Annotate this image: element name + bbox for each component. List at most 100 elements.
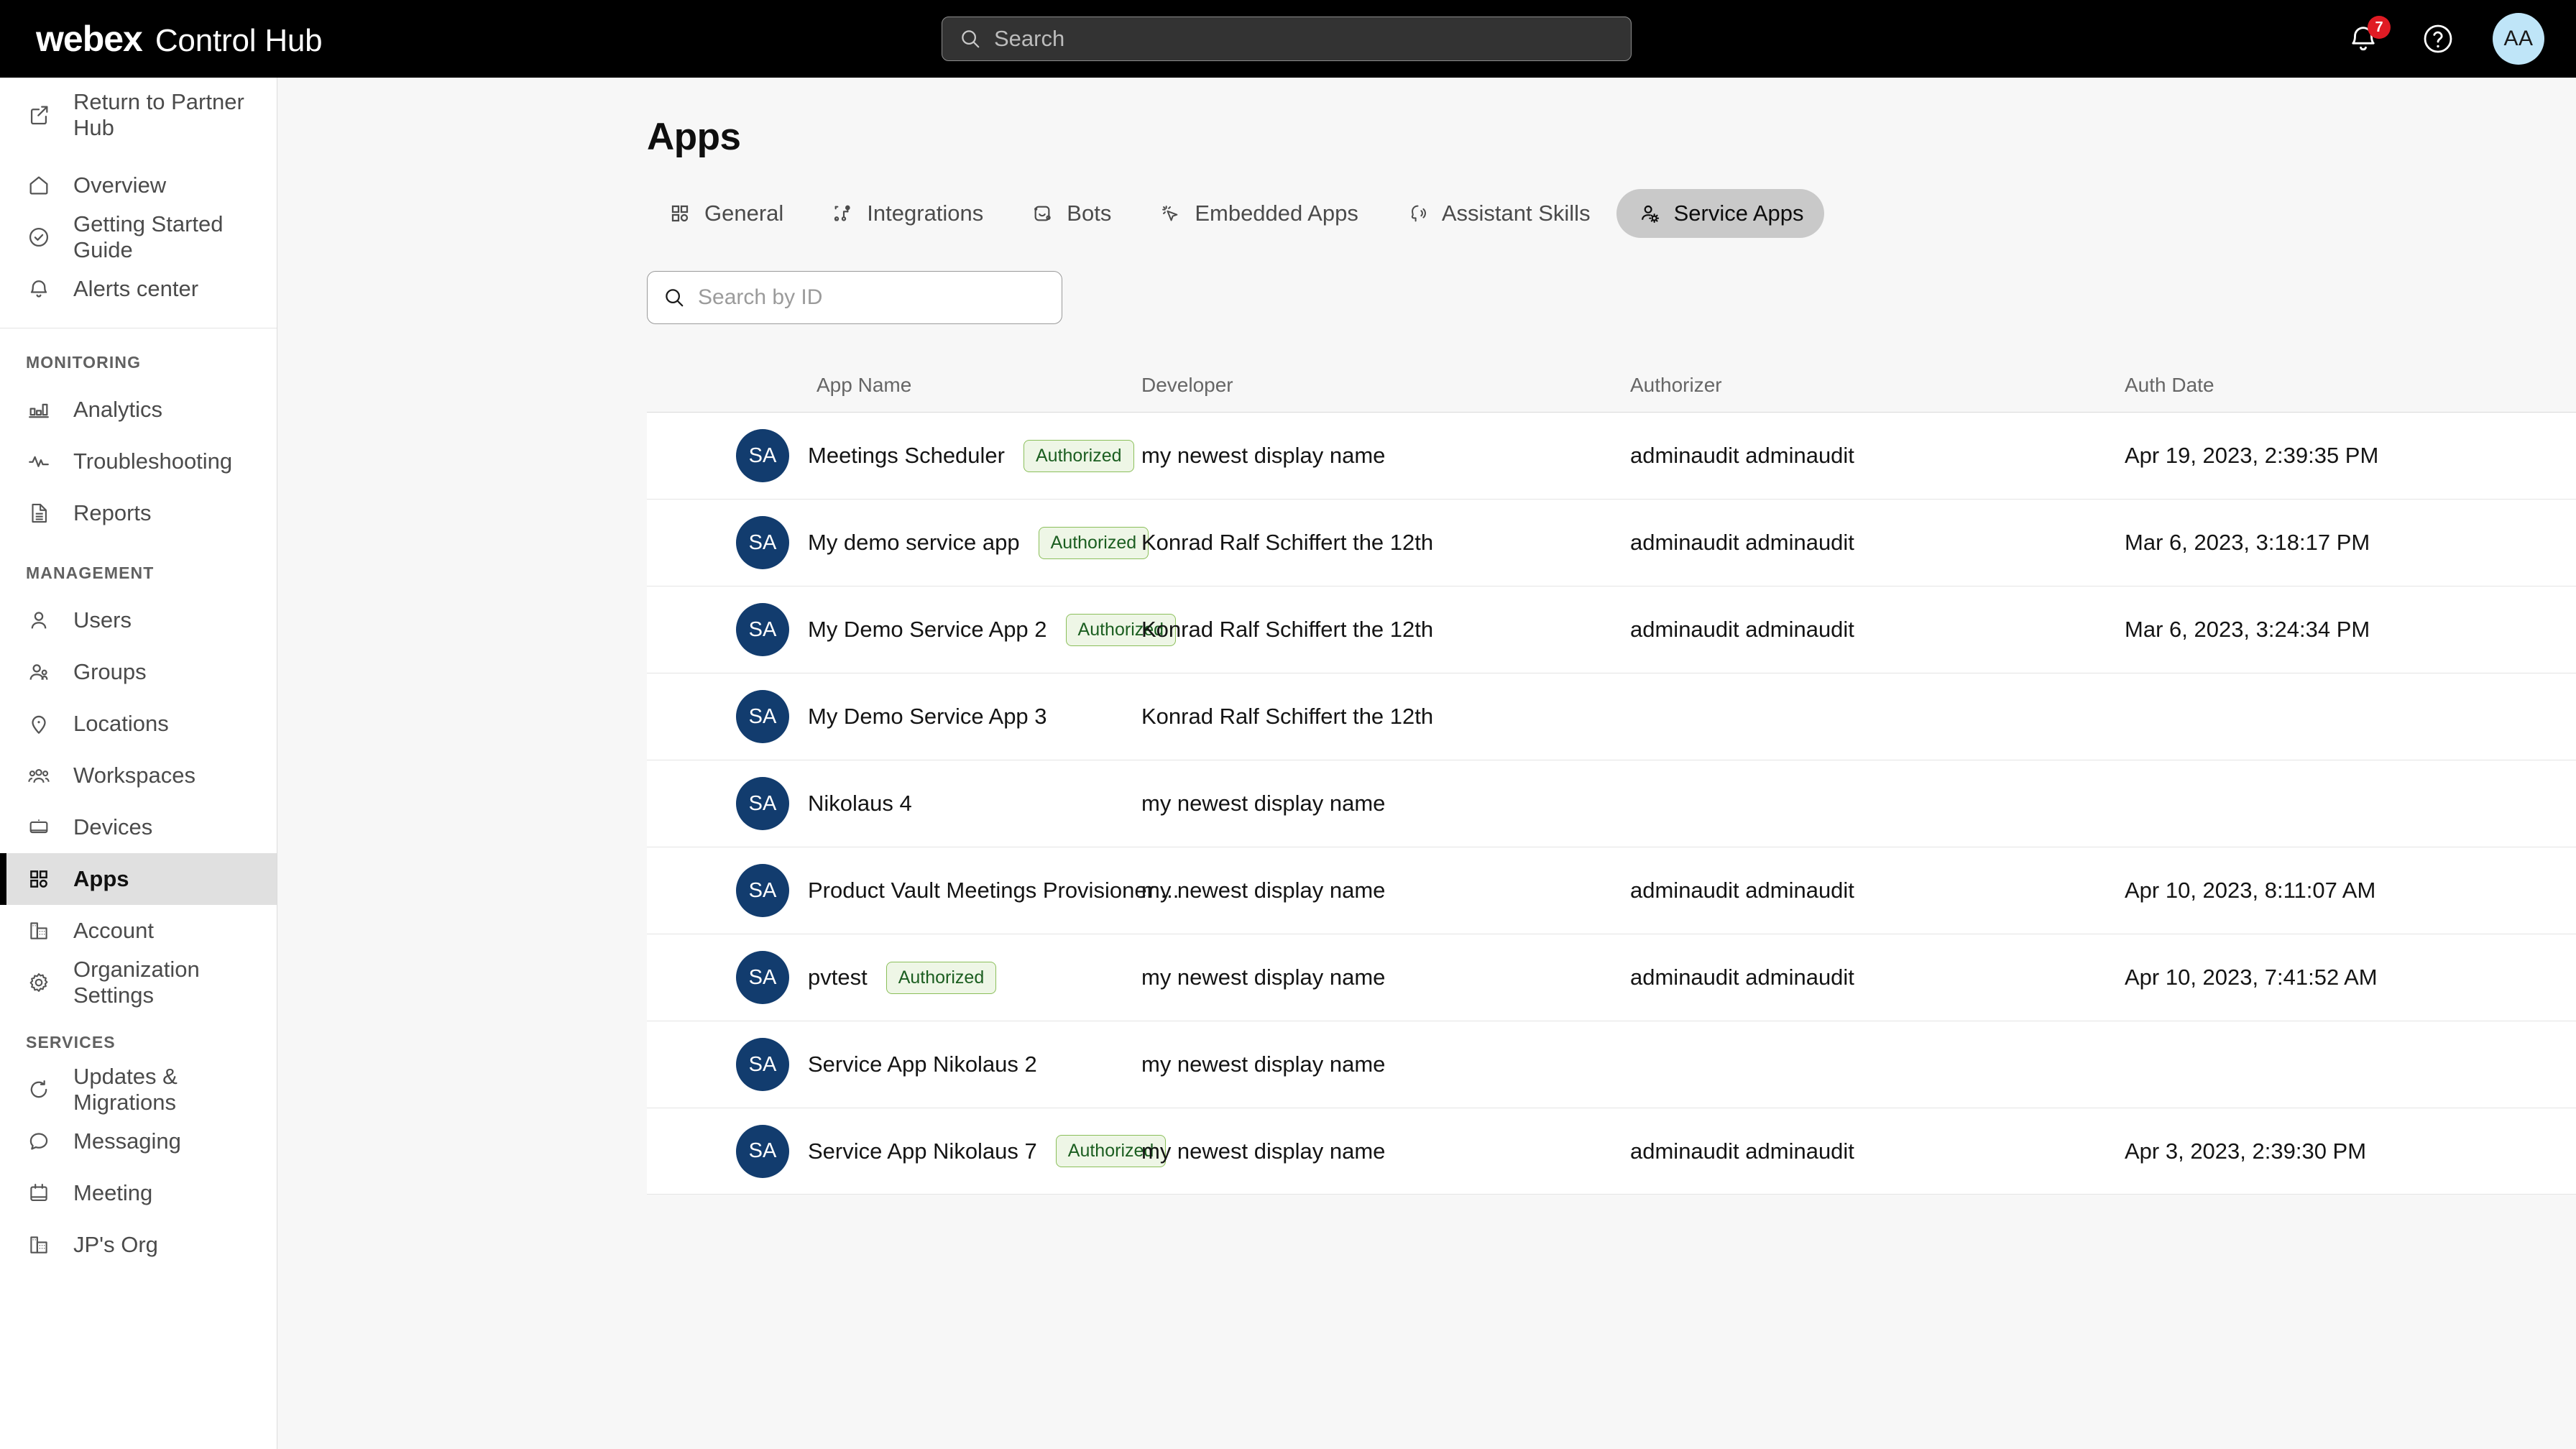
cursor-click-icon <box>1157 201 1183 226</box>
brand-product-text: Control Hub <box>155 23 323 58</box>
tab-service-apps[interactable]: Service Apps <box>1616 189 1824 238</box>
sidebar-item-getting-started-guide[interactable]: Getting Started Guide <box>0 211 277 263</box>
cell-developer: Konrad Ralf Schiffert the 12th <box>1141 530 1434 555</box>
tab-assistant-skills[interactable]: Assistant Skills <box>1384 189 1611 238</box>
tab-label: Embedded Apps <box>1195 201 1358 226</box>
column-header-app-name[interactable]: App Name <box>647 374 1141 397</box>
sidebar-item-label: Updates & Migrations <box>73 1064 178 1115</box>
cell-developer: Konrad Ralf Schiffert the 12th <box>1141 617 1434 642</box>
sidebar-item-label: Reports <box>73 500 152 525</box>
sidebar-item-label: Account <box>73 918 155 943</box>
table-row[interactable]: SA Service App Nikolaus 2 my newest displa… <box>647 1021 2576 1108</box>
home-icon <box>24 171 53 200</box>
users-group-icon <box>24 658 53 686</box>
cell-authorizer: adminaudit adminaudit <box>1630 617 1854 642</box>
sidebar-item-label: Organization Settings <box>73 957 200 1008</box>
cell-developer: Konrad Ralf Schiffert the 12th <box>1141 704 1434 729</box>
sidebar-item-meeting[interactable]: Meeting <box>0 1167 277 1219</box>
tab-embedded-apps[interactable]: Embedded Apps <box>1137 189 1379 238</box>
app-avatar: SA <box>736 516 789 569</box>
table-row[interactable]: SA Product Vault Meetings Provisioner ...… <box>647 847 2576 934</box>
apps-grid-icon <box>667 201 693 226</box>
tab-general[interactable]: General <box>647 189 804 238</box>
sidebar-item-updates-migrations[interactable]: Updates & Migrations <box>0 1064 277 1116</box>
cell-app-name: SA Product Vault Meetings Provisioner ... <box>647 864 1179 917</box>
bar-chart-icon <box>24 395 53 424</box>
cell-developer: my newest display name <box>1141 1138 1386 1164</box>
cell-auth-date: Apr 3, 2023, 2:39:30 PM <box>2125 1138 2367 1164</box>
notification-badge: 7 <box>2368 16 2391 39</box>
tab-bots[interactable]: Bots <box>1009 189 1131 238</box>
tab-label: Assistant Skills <box>1441 201 1591 226</box>
help-button[interactable] <box>2421 22 2455 56</box>
sidebar-item-return-to-partner-hub[interactable]: Return to Partner Hub <box>0 89 277 141</box>
table-row[interactable]: SA My Demo Service App 3 Konrad Ralf Schif… <box>647 673 2576 760</box>
user-avatar[interactable]: AA <box>2493 13 2544 65</box>
status-badge: Authorized <box>886 961 997 994</box>
search-icon <box>663 287 685 308</box>
table-row[interactable]: SA pvtest Authorized my newest display name… <box>647 934 2576 1021</box>
sidebar-item-reports[interactable]: Reports <box>0 487 277 539</box>
cell-app-name: SA My Demo Service App 3 <box>647 690 1141 743</box>
table-row[interactable]: SA My demo service app Authorized Konrad Ra… <box>647 499 2576 586</box>
map-pin-icon <box>24 709 53 738</box>
sidebar-item-analytics[interactable]: Analytics <box>0 384 277 436</box>
cell-developer: my newest display name <box>1141 965 1386 990</box>
cell-auth-date: Mar 6, 2023, 3:24:34 PM <box>2125 617 2370 642</box>
sidebar-item-groups[interactable]: Groups <box>0 646 277 698</box>
sidebar-item-label: Return to Partner Hub <box>73 89 244 140</box>
sidebar-item-label: Troubleshooting <box>73 448 233 474</box>
global-search-input[interactable]: Search <box>942 17 1632 61</box>
brand-logo[interactable]: webex Control Hub <box>0 18 323 60</box>
page-title: Apps <box>647 116 741 158</box>
cell-app-name: SA My demo service app Authorized <box>647 516 1149 569</box>
column-header-auth-date[interactable]: Auth Date <box>2125 374 2576 397</box>
sidebar-item-overview[interactable]: Overview <box>0 160 277 211</box>
sidebar-item-account[interactable]: Account <box>0 905 277 957</box>
cell-developer: my newest display name <box>1141 443 1386 468</box>
cell-authorizer: adminaudit adminaudit <box>1630 1138 1854 1164</box>
sidebar-item-jps-org[interactable]: JP's Org <box>0 1219 277 1271</box>
status-badge: Authorized <box>1024 439 1134 472</box>
table-row[interactable]: SA Service App Nikolaus 7 Authorized my new… <box>647 1108 2576 1195</box>
table-row[interactable]: SA My Demo Service App 2 Authorized Konrad … <box>647 586 2576 673</box>
sidebar-item-messaging[interactable]: Messaging <box>0 1116 277 1167</box>
sidebar-section-monitoring-label: MONITORING <box>26 353 142 372</box>
sidebar-section-management-label: MANAGEMENT <box>26 564 155 582</box>
sidebar-item-label: JP's Org <box>73 1232 158 1257</box>
table-row[interactable]: SA Meetings Scheduler Authorized my newest … <box>647 412 2576 499</box>
sidebar-item-label: Apps <box>73 866 129 891</box>
sidebar-item-users[interactable]: Users <box>0 594 277 646</box>
app-avatar: SA <box>736 1124 789 1178</box>
sidebar-item-label: Alerts center <box>73 276 199 301</box>
column-header-developer[interactable]: Developer <box>1141 374 1630 397</box>
table-row[interactable]: SA Nikolaus 4 my newest display name <box>647 760 2576 847</box>
tab-label: Integrations <box>867 201 984 226</box>
notifications-button[interactable]: 7 <box>2343 16 2391 59</box>
cell-app-name: SA My Demo Service App 2 Authorized <box>647 603 1177 656</box>
sidebar-item-label: Devices <box>73 814 153 840</box>
cell-auth-date: Apr 10, 2023, 8:11:07 AM <box>2125 878 2376 903</box>
check-circle-icon <box>24 223 53 252</box>
sidebar-item-label: Locations <box>73 711 169 736</box>
sidebar-item-locations[interactable]: Locations <box>0 698 277 750</box>
sidebar-item-alerts-center[interactable]: Alerts center <box>0 263 277 315</box>
sidebar-item-label: Getting Started Guide <box>73 211 224 262</box>
sidebar-item-devices[interactable]: Devices <box>0 801 277 853</box>
search-by-id-input[interactable]: Search by ID <box>647 271 1062 324</box>
sidebar-item-organization-settings[interactable]: Organization Settings <box>0 957 277 1008</box>
column-header-authorizer[interactable]: Authorizer <box>1630 374 2125 397</box>
tab-integrations[interactable]: Integrations <box>809 189 1003 238</box>
cell-app-name: SA Nikolaus 4 <box>647 777 1141 830</box>
app-name-label: Service App Nikolaus 7 <box>808 1138 1037 1164</box>
sidebar-item-workspaces[interactable]: Workspaces <box>0 750 277 801</box>
app-avatar: SA <box>736 429 789 482</box>
cell-app-name: SA Service App Nikolaus 7 Authorized <box>647 1124 1167 1178</box>
building-icon <box>24 1230 53 1259</box>
sidebar-section-services-label: SERVICES <box>26 1033 116 1052</box>
sidebar-item-troubleshooting[interactable]: Troubleshooting <box>0 436 277 487</box>
app-avatar: SA <box>736 603 789 656</box>
cell-authorizer: adminaudit adminaudit <box>1630 530 1854 555</box>
sidebar-item-apps[interactable]: Apps <box>0 853 277 905</box>
